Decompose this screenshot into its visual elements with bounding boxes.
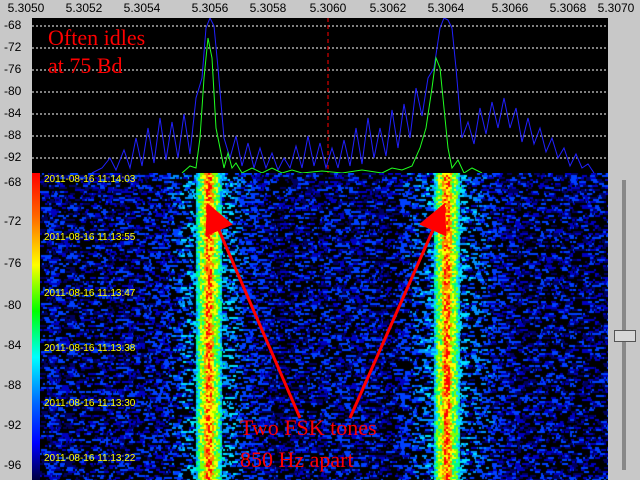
level-slider-track[interactable] — [622, 180, 626, 470]
sdr-window: 5.3050 5.3052 5.3054 5.3056 5.3058 5.306… — [0, 0, 640, 480]
annotation-arrows — [205, 202, 447, 419]
arrow-to-right-tone — [348, 203, 447, 419]
level-slider-thumb[interactable] — [614, 330, 636, 342]
waterfall-annotation-line2: 850 Hz apart — [240, 447, 354, 472]
waterfall-annotation-line1: Two FSK tones — [240, 415, 377, 440]
arrow-to-left-tone — [205, 202, 302, 419]
